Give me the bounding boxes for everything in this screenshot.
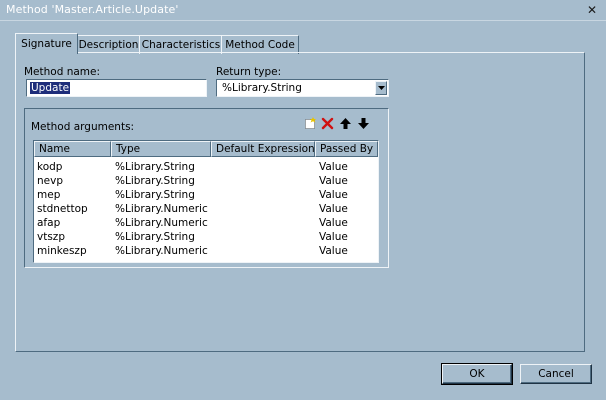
table-row[interactable]: stdnettop %Library.Numeric Value (34, 202, 378, 216)
column-header-passed-by[interactable]: Passed By (315, 141, 378, 157)
cell-type: %Library.String (115, 189, 195, 201)
chevron-down-icon[interactable] (375, 81, 387, 95)
cell-name: vtszp (37, 231, 65, 243)
cell-name: mep (37, 189, 61, 201)
table-row[interactable]: nevp %Library.String Value (34, 174, 378, 188)
tab-label: Signature (21, 38, 72, 50)
return-type-value: %Library.String (222, 82, 302, 94)
table-row[interactable]: kodp %Library.String Value (34, 160, 378, 174)
cell-type: %Library.String (115, 231, 195, 243)
cancel-button[interactable]: Cancel (520, 364, 592, 384)
new-argument-icon[interactable] (303, 116, 318, 130)
method-name-label: Method name: (24, 66, 101, 78)
close-icon[interactable]: ✕ (585, 4, 599, 16)
column-header-type[interactable]: Type (111, 141, 211, 157)
cell-passed-by: Value (319, 161, 348, 173)
table-row[interactable]: afap %Library.Numeric Value (34, 216, 378, 230)
tab-signature[interactable]: Signature (15, 33, 78, 54)
tab-label: Characteristics (141, 39, 221, 51)
ok-button-label: OK (469, 368, 485, 380)
tab-label: Description (78, 39, 139, 51)
cell-type: %Library.Numeric (115, 217, 208, 229)
column-header-default-expression[interactable]: Default Expression (211, 141, 315, 157)
cell-passed-by: Value (319, 245, 348, 257)
window-title: Method 'Master.Article.Update' (6, 3, 179, 16)
cell-name: kodp (37, 161, 63, 173)
return-type-label: Return type: (216, 66, 282, 78)
move-down-arrow-icon[interactable] (356, 116, 371, 130)
table-header: Name Type Default Expression Passed By (34, 141, 378, 157)
ok-button[interactable]: OK (441, 363, 513, 385)
move-up-arrow-icon[interactable] (338, 116, 353, 130)
tab-label: Method Code (225, 39, 295, 51)
table-row[interactable]: minkeszp %Library.Numeric Value (34, 244, 378, 258)
cell-passed-by: Value (319, 203, 348, 215)
cancel-button-label: Cancel (538, 368, 574, 380)
table-row[interactable]: vtszp %Library.String Value (34, 230, 378, 244)
cell-name: stdnettop (37, 203, 88, 215)
table-row[interactable]: mep %Library.String Value (34, 188, 378, 202)
cell-passed-by: Value (319, 217, 348, 229)
cell-name: nevp (37, 175, 63, 187)
cell-passed-by: Value (319, 189, 348, 201)
cell-type: %Library.Numeric (115, 203, 208, 215)
column-header-name[interactable]: Name (34, 141, 111, 157)
cell-name: afap (37, 217, 61, 229)
cell-passed-by: Value (319, 175, 348, 187)
cell-passed-by: Value (319, 231, 348, 243)
cell-type: %Library.String (115, 175, 195, 187)
title-bar: Method 'Master.Article.Update' ✕ (0, 0, 606, 21)
method-name-input[interactable]: Update (26, 79, 207, 97)
return-type-select[interactable]: %Library.String (216, 79, 389, 97)
cell-type: %Library.String (115, 161, 195, 173)
cell-name: minkeszp (37, 245, 87, 257)
cell-type: %Library.Numeric (115, 245, 208, 257)
delete-argument-icon[interactable] (320, 116, 335, 130)
method-name-value: Update (30, 82, 71, 94)
arguments-table[interactable]: Name Type Default Expression Passed By k… (33, 140, 379, 263)
method-arguments-label: Method arguments: (31, 121, 135, 133)
